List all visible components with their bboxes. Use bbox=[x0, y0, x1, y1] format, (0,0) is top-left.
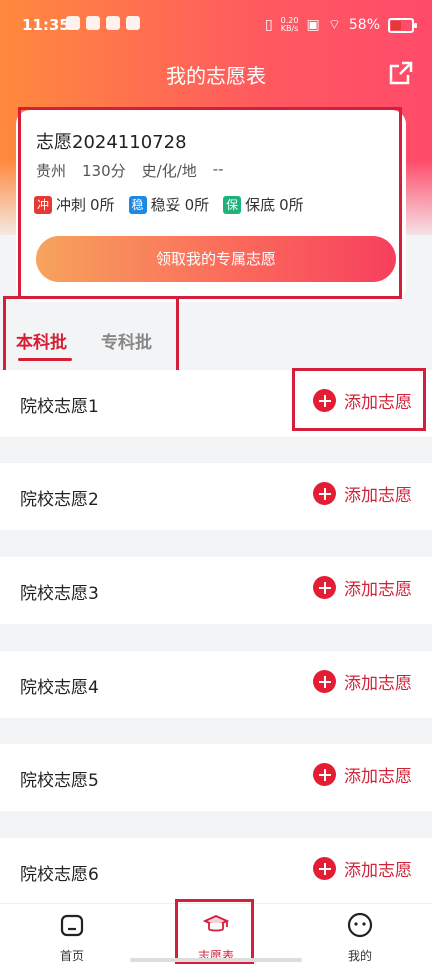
stat-label: 稳妥 bbox=[150, 196, 181, 214]
claim-plan-button[interactable]: 领取我的专属志愿 bbox=[36, 236, 396, 282]
vibrate-icon: ▯ bbox=[264, 17, 273, 33]
nav-label: 我的 bbox=[347, 949, 372, 963]
plan-meta: 贵州 130分 史/化/地 -- bbox=[36, 160, 224, 181]
choice-label: 院校志愿3 bbox=[20, 584, 99, 604]
subjects: 史/化/地 bbox=[141, 162, 197, 180]
battery-percentage: 58% bbox=[348, 17, 380, 33]
status-time: 11:35 bbox=[22, 16, 70, 34]
share-icon bbox=[389, 61, 413, 85]
stat-label: 冲刺 bbox=[56, 196, 87, 214]
plus-circle-icon bbox=[313, 576, 336, 599]
province: 贵州 bbox=[36, 162, 67, 180]
stat-safe: 稳 稳妥 0所 bbox=[128, 194, 210, 215]
plus-circle-icon bbox=[313, 857, 336, 880]
status-bar: 11:35 ▯ 0.20 KB/s ▣ ⌔ 58% bbox=[0, 0, 432, 52]
wifi-icon: ⌔ bbox=[327, 17, 341, 33]
inbox-icon bbox=[106, 16, 120, 30]
stat-label: 保底 bbox=[245, 196, 276, 214]
highlight-box bbox=[292, 368, 426, 431]
highlight-box bbox=[175, 899, 254, 964]
stats-row: 冲 冲刺 0所 稳 稳妥 0所 保 保底 0所 bbox=[34, 194, 304, 215]
app-icon bbox=[66, 16, 80, 30]
list-item: 院校志愿3 添加志愿 bbox=[0, 557, 432, 624]
choice-label: 院校志愿1 bbox=[20, 397, 99, 417]
link-icon bbox=[126, 16, 140, 30]
status-right: ▯ 0.20 KB/s ▣ ⌔ 58% bbox=[264, 16, 417, 34]
add-choice-button[interactable]: 添加志愿 bbox=[313, 762, 412, 787]
notification-icons bbox=[66, 16, 140, 30]
choice-label: 院校志愿2 bbox=[20, 490, 99, 510]
choice-label: 院校志愿4 bbox=[20, 678, 99, 698]
nav-home[interactable]: 首页 bbox=[32, 912, 112, 964]
share-button[interactable] bbox=[388, 60, 414, 86]
battery-icon bbox=[388, 17, 417, 33]
plus-circle-icon bbox=[313, 482, 336, 505]
nav-profile[interactable]: 我的 bbox=[320, 912, 400, 964]
rush-tag: 冲 bbox=[34, 195, 52, 214]
backup-tag: 保 bbox=[223, 195, 242, 214]
smile-face-icon bbox=[347, 912, 373, 938]
nav-label: 首页 bbox=[59, 949, 84, 963]
list-item: 院校志愿4 添加志愿 bbox=[0, 651, 432, 718]
add-choice-button[interactable]: 添加志愿 bbox=[313, 575, 412, 600]
plus-circle-icon bbox=[313, 763, 336, 786]
list-item: 院校志愿2 添加志愿 bbox=[0, 463, 432, 530]
add-choice-button[interactable]: 添加志愿 bbox=[313, 669, 412, 694]
stat-count: 0所 bbox=[279, 196, 304, 214]
stat-rush: 冲 冲刺 0所 bbox=[34, 194, 115, 215]
add-choice-button[interactable]: 添加志愿 bbox=[313, 481, 412, 506]
plus-circle-icon bbox=[313, 670, 336, 693]
list-item: 院校志愿6 添加志愿 bbox=[0, 838, 432, 905]
sim-icon: ▣ bbox=[306, 17, 320, 33]
home-icon bbox=[60, 914, 84, 937]
choice-label: 院校志愿5 bbox=[20, 771, 99, 791]
score: 130分 bbox=[82, 162, 126, 180]
summary-card: 志愿2024110728 贵州 130分 史/化/地 -- 冲 冲刺 0所 稳 … bbox=[16, 110, 406, 302]
add-choice-button[interactable]: 添加志愿 bbox=[313, 856, 412, 881]
crown-icon bbox=[86, 16, 100, 30]
plan-name: 志愿2024110728 bbox=[36, 132, 187, 153]
choice-label: 院校志愿6 bbox=[20, 865, 99, 885]
list-item: 院校志愿5 添加志愿 bbox=[0, 744, 432, 811]
stat-count: 0所 bbox=[90, 196, 115, 214]
extra-info: -- bbox=[212, 160, 224, 178]
home-indicator[interactable] bbox=[130, 958, 302, 962]
stat-backup: 保 保底 0所 bbox=[223, 194, 304, 215]
stat-count: 0所 bbox=[184, 196, 210, 214]
safe-tag: 稳 bbox=[128, 195, 147, 214]
net-speed: 0.20 KB/s bbox=[280, 16, 299, 33]
page-title: 我的志愿表 bbox=[166, 64, 266, 88]
